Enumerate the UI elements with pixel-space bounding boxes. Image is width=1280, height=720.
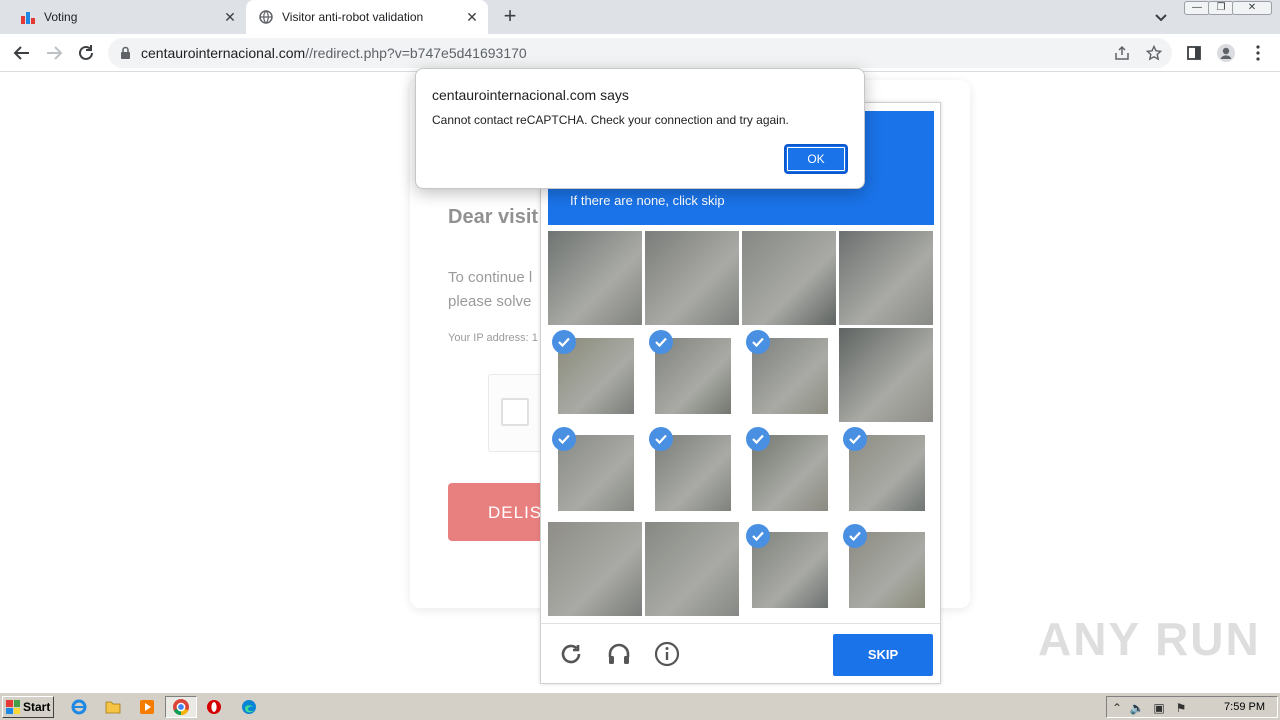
address-bar[interactable]: centaurointernacional.com//redirect.php?… [108,38,1172,68]
opera-icon[interactable] [205,698,223,716]
chrome-icon [172,698,190,720]
tile-image [548,522,642,616]
close-tab-icon[interactable]: ✕ [222,9,238,25]
challenge-tile[interactable] [742,231,836,325]
alert-ok-button[interactable]: OK [784,144,848,174]
restore-button[interactable]: ❐ [1208,1,1234,15]
file-explorer-icon[interactable] [104,698,122,716]
profile-avatar-icon[interactable] [1214,41,1238,65]
start-label: Start [23,700,51,714]
voting-favicon-icon [20,9,36,25]
windows-taskbar: Start ⌃ 🔈 ▣ ⚑ 7:59 PM [0,692,1280,720]
checkmark-icon [649,427,673,451]
alert-title: centaurointernacional.com says [432,87,629,103]
challenge-instructions: If there are none, click skip [570,193,725,208]
challenge-image-grid [548,231,934,617]
globe-icon [258,9,274,25]
checkmark-icon [746,427,770,451]
share-icon[interactable] [1110,41,1134,65]
volume-icon[interactable]: 🔈 [1129,700,1145,716]
network-icon[interactable]: ▣ [1151,700,1167,716]
edge-icon[interactable] [240,698,258,716]
checkmark-icon [843,524,867,548]
challenge-tile[interactable] [839,231,933,325]
media-player-icon[interactable] [138,698,156,716]
reload-challenge-icon[interactable] [557,640,585,668]
alert-dialog: centaurointernacional.com says Cannot co… [415,68,865,189]
lock-icon[interactable] [120,46,131,64]
action-center-flag-icon[interactable]: ⚑ [1173,700,1189,716]
challenge-tile[interactable] [645,231,739,325]
challenge-tile[interactable] [548,425,642,519]
checkmark-icon [552,330,576,354]
forward-arrow-icon[interactable] [42,41,66,65]
info-icon[interactable] [653,640,681,668]
start-button[interactable]: Start [2,696,54,718]
back-arrow-icon[interactable] [10,41,34,65]
tab-voting[interactable]: Voting ✕ [0,0,246,34]
browser-toolbar: centaurointernacional.com//redirect.php?… [0,34,1280,72]
checkmark-icon [843,427,867,451]
challenge-tile[interactable] [645,328,739,422]
tab-visitor-validation[interactable]: Visitor anti-robot validation ✕ [246,0,488,34]
internet-explorer-icon[interactable] [70,698,88,716]
new-tab-button[interactable]: + [498,5,522,29]
checkmark-icon [649,330,673,354]
side-panel-icon[interactable] [1182,41,1206,65]
tab-title: Voting [44,10,78,24]
challenge-tile[interactable] [548,231,642,325]
tile-image [742,231,836,325]
anyrun-watermark-logo: ANY RUN [1038,613,1261,665]
challenge-tile[interactable] [742,425,836,519]
tile-image [645,522,739,616]
tray-expand-icon[interactable]: ⌃ [1109,700,1125,716]
skip-button[interactable]: SKIP [833,634,933,676]
tile-image [839,328,933,422]
challenge-tile[interactable] [839,425,933,519]
challenge-tile[interactable] [645,425,739,519]
challenge-tile[interactable] [742,522,836,616]
tile-image [548,231,642,325]
challenge-footer: SKIP [541,623,940,683]
challenge-tile[interactable] [645,522,739,616]
close-window-button[interactable]: ✕ [1232,1,1272,15]
tile-image [645,231,739,325]
tab-strip: Voting ✕ Visitor anti-robot validation ✕… [0,0,1280,34]
checkmark-icon [746,330,770,354]
close-tab-icon[interactable]: ✕ [464,9,480,25]
challenge-tile[interactable] [548,328,642,422]
chevron-down-icon[interactable] [1152,8,1170,26]
reload-icon[interactable] [74,41,98,65]
checkmark-icon [746,524,770,548]
tile-image [839,231,933,325]
challenge-tile[interactable] [742,328,836,422]
challenge-tile[interactable] [839,328,933,422]
minimize-button[interactable]: — [1184,1,1210,15]
chrome-taskbar-button[interactable] [165,696,197,718]
taskbar-clock: 7:59 PM [1224,701,1265,713]
menu-dots-icon[interactable] [1246,41,1270,65]
audio-challenge-headphones-icon[interactable] [605,640,633,668]
url-text: centaurointernacional.com//redirect.php?… [141,45,527,61]
tab-title: Visitor anti-robot validation [282,10,424,24]
challenge-tile[interactable] [839,522,933,616]
alert-message: Cannot contact reCAPTCHA. Check your con… [432,113,789,127]
recaptcha-challenge: If there are none, click skip SKIP [540,102,941,684]
system-tray: ⌃ 🔈 ▣ ⚑ 7:59 PM [1106,696,1278,718]
challenge-tile[interactable] [548,522,642,616]
checkmark-icon [552,427,576,451]
windows-logo-icon [6,700,20,714]
bookmark-star-icon[interactable] [1142,41,1166,65]
